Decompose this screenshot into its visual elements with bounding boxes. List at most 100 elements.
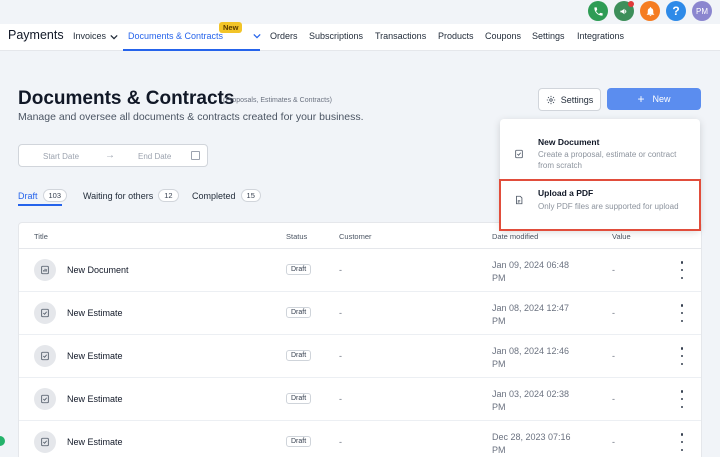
active-nav-indicator: [123, 49, 260, 51]
pdf-file-icon: [516, 195, 523, 205]
row-date-modified: Dec 28, 2023 07:16 PM: [492, 432, 571, 455]
row-value: -: [612, 437, 615, 447]
tab-completed[interactable]: Completed 15: [192, 189, 261, 202]
column-header-value: Value: [612, 232, 631, 241]
menu-item-title: New Document: [538, 137, 600, 147]
top-actions: ? PM: [588, 1, 712, 21]
row-title[interactable]: New Estimate: [67, 437, 123, 447]
top-nav: Payments Invoices Documents & Contracts …: [0, 22, 720, 51]
row-title[interactable]: New Estimate: [67, 351, 123, 361]
megaphone-icon[interactable]: [614, 1, 634, 21]
status-badge: Draft: [286, 350, 312, 361]
new-menu-dropdown: New Document Create a proposal, estimate…: [500, 119, 700, 230]
notification-dot: [628, 1, 634, 7]
nav-transactions[interactable]: Transactions: [375, 31, 426, 41]
help-button[interactable]: ?: [666, 1, 686, 21]
row-customer: -: [339, 351, 342, 361]
more-options-icon[interactable]: [677, 390, 687, 408]
table-row[interactable]: New Estimate Draft - Jan 08, 2024 12:47 …: [19, 292, 701, 335]
settings-button-label: Settings: [560, 94, 594, 105]
row-title[interactable]: New Document: [67, 265, 129, 275]
status-badge: Draft: [286, 436, 312, 447]
menu-item-upload-pdf[interactable]: Upload a PDF Only PDF files are supporte…: [500, 179, 700, 229]
row-customer: -: [339, 308, 342, 318]
calendar-icon[interactable]: [191, 151, 200, 160]
more-options-icon[interactable]: [677, 347, 687, 365]
tab-completed-label: Completed: [192, 190, 236, 201]
start-date-input[interactable]: Start Date: [43, 152, 79, 161]
column-header-customer: Customer: [339, 232, 372, 241]
tab-waiting-label: Waiting for others: [83, 190, 154, 201]
menu-item-description: Only PDF files are supported for upload: [538, 202, 679, 211]
row-value: -: [612, 394, 615, 404]
row-value: -: [612, 308, 615, 318]
chevron-down-icon: [110, 34, 118, 40]
nav-orders[interactable]: Orders: [270, 31, 298, 41]
table-row[interactable]: New Estimate Draft - Dec 28, 2023 07:16 …: [19, 421, 701, 457]
tab-draft-count: 103: [42, 189, 68, 202]
new-badge: New: [219, 22, 243, 33]
tab-draft[interactable]: Draft 103: [18, 189, 68, 202]
nav-products[interactable]: Products: [438, 31, 474, 41]
chevron-down-icon[interactable]: [253, 33, 261, 39]
nav-documents-contracts[interactable]: Documents & Contracts: [128, 31, 223, 41]
status-badge: Draft: [286, 307, 312, 318]
row-customer: -: [339, 394, 342, 404]
phone-icon[interactable]: [588, 1, 608, 21]
row-value: -: [612, 265, 615, 275]
tab-completed-count: 15: [240, 189, 261, 202]
nav-subscriptions[interactable]: Subscriptions: [309, 31, 363, 41]
status-badge: Draft: [286, 264, 312, 275]
help-icon: ?: [672, 4, 680, 18]
chat-widget-icon[interactable]: [0, 436, 5, 446]
more-options-icon[interactable]: [677, 433, 687, 451]
bell-icon[interactable]: [640, 1, 660, 21]
menu-item-new-document[interactable]: New Document Create a proposal, estimate…: [500, 119, 700, 177]
tab-waiting-count: 12: [158, 189, 179, 202]
table-row[interactable]: New Estimate Draft - Jan 03, 2024 02:38 …: [19, 378, 701, 421]
tab-waiting-for-others[interactable]: Waiting for others 12: [83, 189, 179, 202]
row-customer: -: [339, 437, 342, 447]
tab-draft-label: Draft: [18, 190, 38, 201]
row-date-modified: Jan 09, 2024 06:48 PM: [492, 260, 570, 283]
row-date-modified: Jan 08, 2024 12:47 PM: [492, 303, 570, 326]
page-description: Manage and oversee all documents & contr…: [18, 111, 364, 123]
settings-button[interactable]: Settings: [538, 88, 601, 111]
menu-item-description: Create a proposal, estimate or contract …: [538, 150, 677, 170]
row-title[interactable]: New Estimate: [67, 308, 123, 318]
estimate-check-icon: [34, 388, 56, 410]
more-options-icon[interactable]: [677, 261, 687, 279]
gear-icon: [546, 95, 555, 104]
row-title[interactable]: New Estimate: [67, 394, 123, 404]
status-badge: Draft: [286, 393, 312, 404]
estimate-check-icon: [34, 302, 56, 324]
active-tab-indicator: [18, 204, 62, 206]
table-row[interactable]: New Document Draft - Jan 09, 2024 06:48 …: [19, 249, 701, 292]
end-date-input[interactable]: End Date: [138, 152, 171, 161]
row-value: -: [612, 351, 615, 361]
column-header-status: Status: [286, 232, 308, 241]
brand-title: Payments: [8, 28, 64, 42]
arrow-right-icon: →: [105, 150, 115, 161]
nav-invoices-label: Invoices: [73, 31, 107, 41]
more-options-icon[interactable]: [677, 304, 687, 322]
date-range-picker[interactable]: Start Date → End Date: [18, 144, 208, 167]
nav-invoices[interactable]: Invoices: [73, 31, 118, 41]
new-button[interactable]: + New: [607, 88, 701, 110]
estimate-check-icon: [34, 345, 56, 367]
nav-documents-label: Documents & Contracts: [128, 31, 224, 41]
nav-coupons[interactable]: Coupons: [485, 31, 521, 41]
estimate-check-icon: [34, 431, 56, 453]
nav-settings[interactable]: Settings: [532, 31, 565, 41]
row-date-modified: Jan 03, 2024 02:38 PM: [492, 389, 570, 412]
column-header-title: Title: [34, 232, 48, 241]
page-title-subtitle: (Proposals, Estimates & Contracts): [223, 97, 332, 104]
nav-integrations[interactable]: Integrations: [577, 31, 624, 41]
menu-item-title: Upload a PDF: [538, 188, 594, 198]
plus-icon: +: [637, 92, 645, 106]
table-row[interactable]: New Estimate Draft - Jan 08, 2024 12:46 …: [19, 335, 701, 378]
row-customer: -: [339, 265, 342, 275]
avatar[interactable]: PM: [692, 1, 712, 21]
column-header-date-modified[interactable]: Date modified: [492, 232, 538, 241]
page-title: Documents & Contracts: [18, 88, 235, 109]
